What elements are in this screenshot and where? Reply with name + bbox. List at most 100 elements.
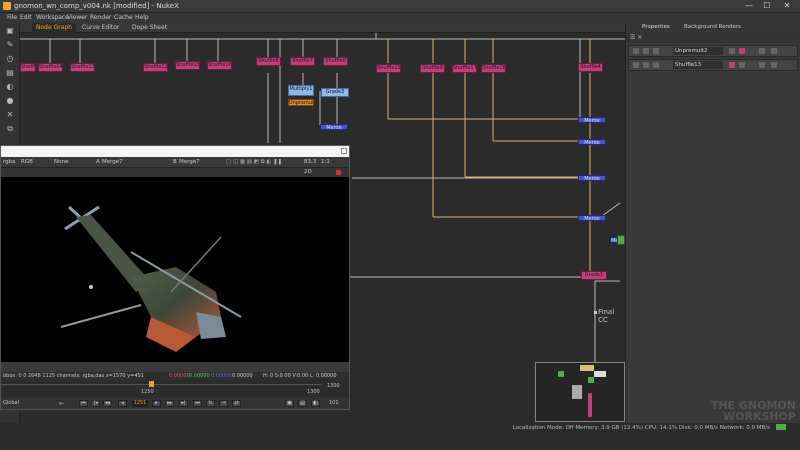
menu-cache[interactable]: Cache xyxy=(114,14,133,21)
help-icon[interactable] xyxy=(759,62,765,68)
keyer-icon[interactable]: ✕ xyxy=(4,110,16,120)
node-color-icon[interactable] xyxy=(653,48,659,54)
node-multiply[interactable]: Multiply1 xyxy=(288,85,314,96)
menu-file[interactable]: File xyxy=(7,14,17,21)
frame-end-field[interactable]: 1300 xyxy=(327,383,340,389)
viewer-tool-icons[interactable]: ▢ ◫ ▦ ▤ ◩ ⧉ ◐ ❚❚ xyxy=(226,159,296,166)
node-color-swatch[interactable] xyxy=(739,48,745,54)
settings-button[interactable]: ▤ xyxy=(298,400,307,407)
node-shuffle11[interactable]: Shuffle11 xyxy=(20,63,36,72)
input-b-select[interactable]: Merge7 xyxy=(179,159,200,165)
colorspace-select[interactable]: RGB xyxy=(21,159,33,165)
view-mode-select[interactable]: 2D xyxy=(304,169,312,175)
tab-dope-sheet[interactable]: Dope Sheet xyxy=(128,23,171,33)
first-frame-button[interactable]: ⏮ xyxy=(79,400,88,407)
record-icon[interactable] xyxy=(336,170,341,175)
help-icon[interactable] xyxy=(759,48,765,54)
node-graph-minimap[interactable] xyxy=(535,362,625,422)
viewer-float-icon[interactable] xyxy=(341,148,347,154)
prev-frame-button[interactable]: ◂ xyxy=(118,400,127,407)
node-shuffle15[interactable]: Shuffle15 xyxy=(175,61,200,70)
menu-workspace[interactable]: Workspace xyxy=(36,14,69,21)
revert-icon[interactable] xyxy=(739,62,745,68)
node-shuffle9[interactable]: Shuffle9 xyxy=(420,64,445,73)
last-frame-button[interactable]: ⏭ xyxy=(193,400,202,407)
next-frame-button[interactable]: ▸▸ xyxy=(165,400,174,407)
property-node-name[interactable]: Unpremult2 xyxy=(673,47,723,55)
collapse-icon[interactable] xyxy=(643,62,649,68)
node-merge-4[interactable]: Merge xyxy=(578,215,606,221)
float-icon[interactable] xyxy=(633,48,639,54)
node-merge-a[interactable]: Merge xyxy=(320,124,348,130)
time-icon[interactable]: ◷ xyxy=(4,54,16,64)
next-key-button[interactable]: ▸| xyxy=(179,400,188,407)
flipbook-button[interactable]: ▣ xyxy=(285,400,294,407)
node-color-icon[interactable] xyxy=(653,62,659,68)
node-color-swatch[interactable] xyxy=(729,62,735,68)
menu-viewer[interactable]: Viewer xyxy=(67,14,87,21)
float-icon[interactable] xyxy=(633,62,639,68)
filter-icon[interactable]: ● xyxy=(4,96,16,106)
zoom-select[interactable]: 83.3 xyxy=(304,159,316,165)
global-select[interactable]: Global xyxy=(3,400,19,406)
node-shuffle8[interactable]: Shuffle8 xyxy=(256,57,281,66)
node-shuffle7[interactable]: Shuffle7 xyxy=(290,57,315,66)
menu-edit[interactable]: Edit xyxy=(20,14,32,21)
revert-icon[interactable] xyxy=(729,48,735,54)
minimize-button[interactable]: — xyxy=(742,1,756,11)
close-props-icon[interactable] xyxy=(771,62,777,68)
maximize-button[interactable]: ☐ xyxy=(760,1,774,11)
node-grade1[interactable]: Grade1 xyxy=(581,271,607,280)
playhead[interactable] xyxy=(149,381,154,387)
node-shuffle13[interactable]: Shuffle13 xyxy=(70,63,95,72)
none-select[interactable]: None xyxy=(54,159,68,165)
loop-button[interactable]: ↻ xyxy=(206,400,215,407)
property-node-name[interactable]: Shuffle13 xyxy=(673,61,723,69)
node-merge-3[interactable]: Merge xyxy=(578,175,606,181)
step-back-button[interactable]: ◂◂ xyxy=(103,400,112,407)
node-grade3[interactable]: Grade3 xyxy=(321,88,349,97)
dot-node[interactable] xyxy=(594,311,597,314)
viewer-canvas[interactable] xyxy=(1,177,349,362)
node-shuffle6[interactable]: Shuffle6 xyxy=(323,57,348,66)
in-out-icon[interactable]: ⇤ xyxy=(59,400,64,407)
play-button[interactable]: ▸ xyxy=(152,400,161,407)
menu-render[interactable]: Render xyxy=(90,14,111,21)
node-shuffle18[interactable]: Shuffle18 xyxy=(481,64,506,73)
fps-field[interactable]: 101 xyxy=(329,400,339,406)
channel-select[interactable]: rgba xyxy=(3,159,16,165)
property-node-row[interactable]: Unpremult2 xyxy=(628,45,798,57)
tab-curve-editor[interactable]: Curve Editor xyxy=(78,23,123,33)
node-shuffle4[interactable]: Shuffle4 xyxy=(578,63,603,72)
compare-button[interactable]: ◧ xyxy=(311,400,320,407)
input-a-select[interactable]: Merge7 xyxy=(102,159,123,165)
property-node-row[interactable]: Shuffle13 xyxy=(628,59,798,71)
props-clear-icon[interactable]: ☰ ✕ xyxy=(630,34,642,41)
merge-icon[interactable]: ⧉ xyxy=(4,124,16,134)
node-shuffle12[interactable]: Shuffle12 xyxy=(143,63,168,72)
close-button[interactable]: ✕ xyxy=(780,1,794,11)
tab-properties[interactable]: Properties xyxy=(642,24,670,30)
tab-background-renders[interactable]: Background Renders xyxy=(684,24,741,30)
node-unpremult[interactable]: Unpremult xyxy=(288,99,314,106)
prev-key-button[interactable]: |◂ xyxy=(91,400,100,407)
menu-help[interactable]: Help xyxy=(135,14,149,21)
node-green[interactable] xyxy=(617,235,625,245)
viewer-icon[interactable]: ▣ xyxy=(4,26,16,36)
draw-icon[interactable]: ✎ xyxy=(4,40,16,50)
timeline[interactable]: 1250 1300 1300 xyxy=(1,380,349,398)
color-icon[interactable]: ◐ xyxy=(4,82,16,92)
node-shuffle14[interactable]: Shuffle14 xyxy=(38,63,63,72)
close-props-icon[interactable] xyxy=(771,48,777,54)
skip-button[interactable]: ⇥ xyxy=(219,400,228,407)
node-merge-1[interactable]: Merge xyxy=(578,117,606,123)
tab-node-graph[interactable]: Node Graph xyxy=(32,23,76,33)
node-shuffle17[interactable]: Shuffle17 xyxy=(452,64,477,73)
channel-icon[interactable]: ▤ xyxy=(4,68,16,78)
node-shuffle16[interactable]: Shuffle16 xyxy=(207,61,232,70)
node-shuffle19[interactable]: Shuffle19 xyxy=(376,64,401,73)
current-frame-field[interactable]: 1251 xyxy=(132,400,148,407)
bounce-button[interactable]: ⇄ xyxy=(232,400,241,407)
node-merge-2[interactable]: Merge xyxy=(578,139,606,145)
collapse-icon[interactable] xyxy=(643,48,649,54)
